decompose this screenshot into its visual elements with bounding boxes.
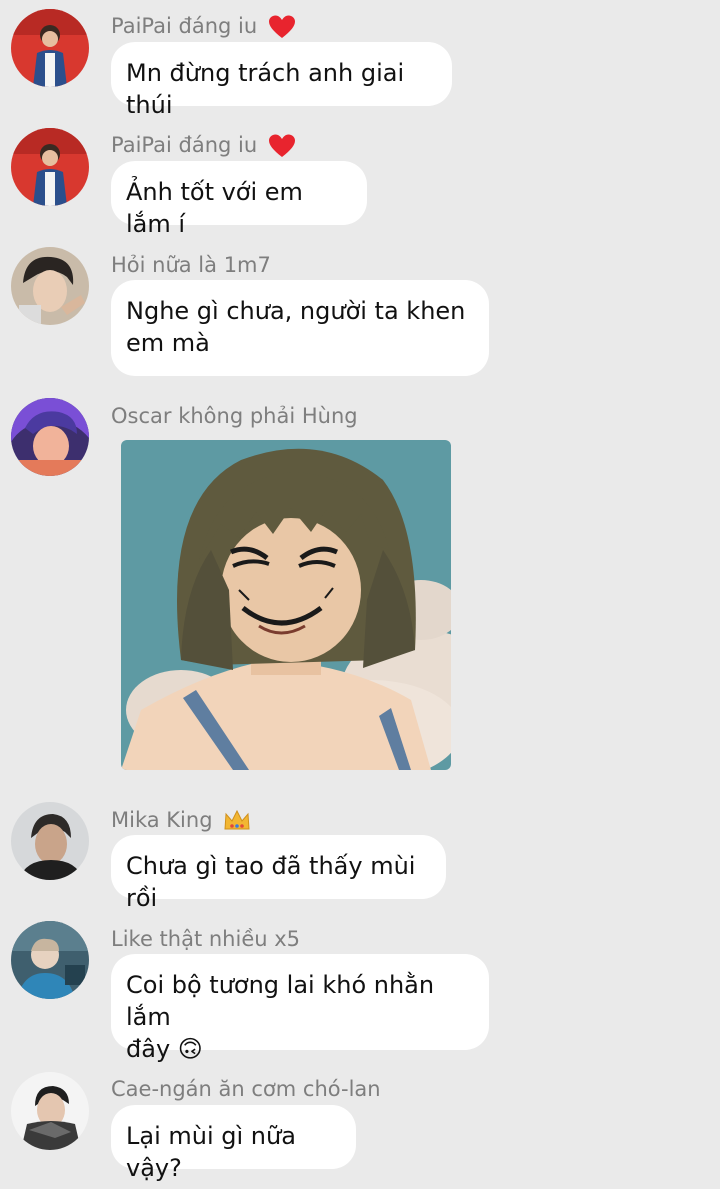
heart-icon (268, 134, 295, 157)
message-text: Nghe gì chưa, người ta khen (126, 297, 466, 325)
sender-name: PaiPai đáng iu (111, 132, 296, 158)
message-text: Mn đừng trách anh giai thúi (126, 59, 405, 119)
message-bubble[interactable]: Nghe gì chưa, người ta khen em mà (111, 280, 489, 376)
sender-name: Cae-ngán ăn cơm chó-lan (111, 1077, 381, 1101)
message-text: Chưa gì tao đã thấy mùi rồi (126, 852, 416, 912)
heart-icon (268, 15, 295, 38)
sender-name: PaiPai đáng iu (111, 13, 296, 39)
message-bubble[interactable]: Lại mùi gì nữa vậy? (111, 1105, 356, 1182)
message-text: Coi bộ tương lai khó nhằn lắm (126, 971, 435, 1031)
message-bubble[interactable]: Mn đừng trách anh giai thúi (111, 42, 452, 119)
message-text: Ảnh tốt với em lắm í (126, 178, 303, 238)
user-avatar[interactable] (11, 128, 89, 206)
message-text: Lại mùi gì nữa vậy? (126, 1122, 296, 1182)
message-text: em mà (126, 329, 210, 357)
message-bubble[interactable]: Chưa gì tao đã thấy mùi rồi (111, 835, 446, 912)
upside-down-face-icon: 🙃 (177, 1035, 203, 1063)
crown-icon (224, 809, 250, 830)
user-avatar[interactable] (11, 247, 89, 325)
user-avatar[interactable] (11, 921, 89, 999)
user-avatar[interactable] (11, 9, 89, 87)
sender-name: Hỏi nữa là 1m7 (111, 253, 271, 277)
user-avatar[interactable] (11, 398, 89, 476)
message-bubble[interactable]: Coi bộ tương lai khó nhằn lắm đây 🙃 (111, 954, 489, 1063)
sender-name: Mika King (111, 807, 251, 833)
sender-name: Oscar không phải Hùng (111, 404, 358, 428)
sticker-image[interactable] (121, 440, 451, 770)
message-bubble[interactable]: Ảnh tốt với em lắm í (111, 161, 367, 238)
user-avatar[interactable] (11, 802, 89, 880)
message-text: đây (126, 1035, 171, 1063)
sender-name: Like thật nhiều x5 (111, 927, 301, 951)
user-avatar[interactable] (11, 1072, 89, 1150)
